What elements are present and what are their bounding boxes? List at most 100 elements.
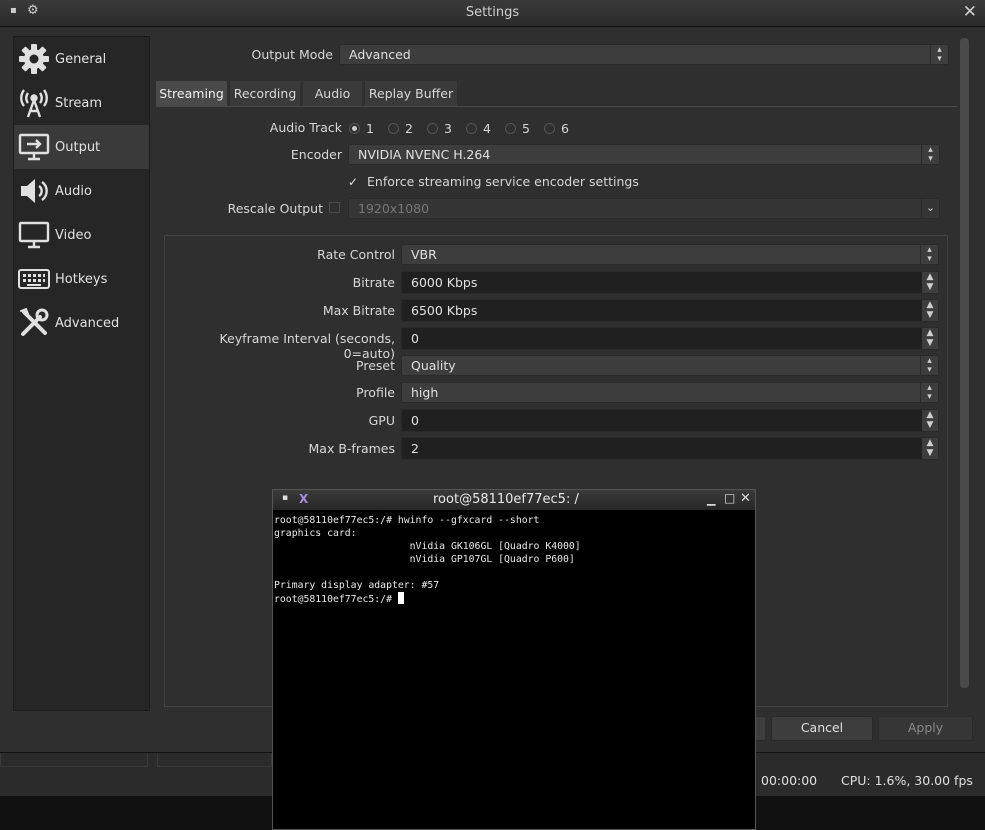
sidebar-item-label: Audio: [55, 183, 92, 199]
apply-button[interactable]: Apply: [878, 716, 973, 741]
max-bframes-label: Max B-frames: [308, 441, 395, 456]
chevron-updown-icon: ▴ ▾: [921, 145, 939, 164]
radio-label: 4: [483, 121, 491, 136]
settings-sidebar: General Stream Output Audio Video Hotkey…: [13, 36, 150, 711]
encoder-value: NVIDIA NVENC H.264: [358, 147, 491, 162]
sidebar-item-label: Video: [55, 227, 92, 243]
spin-arrows-icon[interactable]: ▲ ▼: [922, 272, 938, 293]
rate-control-select[interactable]: VBR ▴ ▾: [401, 244, 939, 265]
spin-arrows-icon[interactable]: ▲ ▼: [922, 410, 938, 431]
bitrate-value: 6000 Kbps: [411, 275, 478, 290]
radio-label: 2: [405, 121, 413, 136]
keyframe-interval-label: Keyframe Interval (seconds, 0=auto): [219, 331, 396, 361]
keyframe-interval-spinbox[interactable]: 0 ▲ ▼: [401, 327, 939, 350]
tab-streaming[interactable]: Streaming: [156, 81, 227, 106]
tools-icon: [17, 306, 51, 340]
terminal-line: Primary display adapter: #57: [274, 580, 440, 591]
chevron-updown-icon: ▴ ▾: [920, 245, 938, 264]
radio-indicator: [427, 123, 438, 134]
window-menu-icon[interactable]: ▪: [282, 493, 288, 503]
audio-track-label: Audio Track: [269, 120, 342, 135]
sidebar-item-video[interactable]: Video: [14, 213, 149, 257]
encoder-label: Encoder: [290, 147, 342, 162]
sidebar-item-stream[interactable]: Stream: [14, 81, 149, 125]
chevron-updown-icon: ▴ ▾: [920, 383, 938, 402]
sidebar-item-audio[interactable]: Audio: [14, 169, 149, 213]
bitrate-label: Bitrate: [352, 275, 395, 290]
close-icon[interactable]: ✕: [963, 2, 977, 22]
chevron-updown-icon: ▴ ▾: [930, 45, 948, 64]
tab-replay-buffer[interactable]: Replay Buffer: [365, 81, 457, 106]
sidebar-item-label: Hotkeys: [55, 271, 108, 287]
status-cpu: CPU: 1.6%, 30.00 fps: [841, 773, 973, 788]
gpu-spinbox[interactable]: 0 ▲ ▼: [401, 409, 939, 432]
terminal-line: root@58110ef77ec5:/# hwinfo --gfxcard --…: [274, 515, 540, 526]
terminal-titlebar: ▪ X root@58110ef77ec5: / ▁ □ ✕: [273, 490, 755, 511]
audio-track-radio-2[interactable]: 2: [388, 121, 413, 136]
profile-select[interactable]: high ▴ ▾: [401, 382, 939, 403]
output-mode-value: Advanced: [349, 47, 411, 62]
chevron-updown-icon: ▴ ▾: [920, 356, 938, 375]
enforce-encoder-checkbox[interactable]: ✓ Enforce streaming service encoder sett…: [348, 174, 639, 189]
terminal-line: nVidia GK106GL [Quadro K4000]: [274, 541, 581, 552]
spin-arrows-icon[interactable]: ▲ ▼: [922, 438, 938, 459]
spin-arrows-icon[interactable]: ▲ ▼: [922, 300, 938, 321]
window-titlebar: ▪ ⚙ Settings ✕: [0, 0, 985, 27]
radio-label: 5: [522, 121, 530, 136]
encoder-select[interactable]: NVIDIA NVENC H.264 ▴ ▾: [348, 144, 940, 165]
enforce-encoder-label: Enforce streaming service encoder settin…: [367, 174, 639, 189]
radio-label: 3: [444, 121, 452, 136]
spin-arrows-icon[interactable]: ▲ ▼: [922, 328, 938, 349]
output-mode-select[interactable]: Advanced ▴ ▾: [339, 44, 949, 65]
settings-scrollbar[interactable]: [960, 38, 969, 688]
preset-select[interactable]: Quality ▴ ▾: [401, 355, 939, 376]
gpu-label: GPU: [368, 413, 395, 428]
max-bframes-spinbox[interactable]: 2 ▲ ▼: [401, 437, 939, 460]
audio-track-radio-1[interactable]: 1: [349, 121, 374, 136]
maximize-icon[interactable]: □: [724, 491, 735, 505]
sidebar-item-general[interactable]: General: [14, 37, 149, 81]
rescale-output-label: Rescale Output: [227, 201, 323, 216]
terminal-window[interactable]: ▪ X root@58110ef77ec5: / ▁ □ ✕ root@5811…: [272, 489, 756, 830]
output-mode-label: Output Mode: [251, 47, 333, 62]
gpu-value: 0: [411, 413, 419, 428]
radio-indicator: [505, 123, 516, 134]
audio-track-radio-3[interactable]: 3: [427, 121, 452, 136]
window-title: Settings: [465, 5, 520, 20]
rescale-output-value: 1920x1080: [358, 201, 430, 216]
sidebar-item-hotkeys[interactable]: Hotkeys: [14, 257, 149, 301]
preset-label: Preset: [356, 358, 395, 373]
sidebar-item-output[interactable]: Output: [14, 125, 149, 169]
tab-divider: [156, 106, 957, 107]
tab-audio[interactable]: Audio: [303, 81, 362, 106]
audio-track-radio-6[interactable]: 6: [544, 121, 569, 136]
radio-indicator: [544, 123, 555, 134]
tab-recording[interactable]: Recording: [230, 81, 300, 106]
gear-icon: [17, 42, 51, 76]
max-bitrate-spinbox[interactable]: 6500 Kbps ▲ ▼: [401, 299, 939, 322]
panel-toolbar: [0, 753, 148, 767]
rate-control-label: Rate Control: [317, 247, 395, 262]
sidebar-item-advanced[interactable]: Advanced: [14, 301, 149, 345]
terminal-cursor: [397, 592, 404, 604]
sidebar-item-label: Output: [55, 139, 101, 155]
rescale-output-checkbox[interactable]: [329, 202, 340, 213]
max-bitrate-value: 6500 Kbps: [411, 303, 478, 318]
audio-track-radio-4[interactable]: 4: [466, 121, 491, 136]
monitor-arrow-icon: [17, 130, 51, 164]
rescale-output-select: 1920x1080 ⌄: [348, 198, 940, 219]
terminal-output[interactable]: root@58110ef77ec5:/# hwinfo --gfxcard --…: [274, 514, 581, 606]
profile-value: high: [411, 385, 439, 400]
audio-track-radio-5[interactable]: 5: [505, 121, 530, 136]
max-bframes-value: 2: [411, 441, 419, 456]
bitrate-spinbox[interactable]: 6000 Kbps ▲ ▼: [401, 271, 939, 294]
close-icon[interactable]: ✕: [740, 491, 751, 506]
profile-label: Profile: [356, 385, 395, 400]
terminal-line: nVidia GP107GL [Quadro P600]: [274, 554, 575, 565]
minimize-icon[interactable]: ▁: [707, 493, 715, 506]
antenna-icon: [17, 86, 51, 120]
radio-label: 1: [366, 121, 374, 136]
cancel-button[interactable]: Cancel: [771, 716, 873, 741]
panel-toolbar: [157, 753, 272, 767]
max-bitrate-label: Max Bitrate: [322, 303, 395, 318]
